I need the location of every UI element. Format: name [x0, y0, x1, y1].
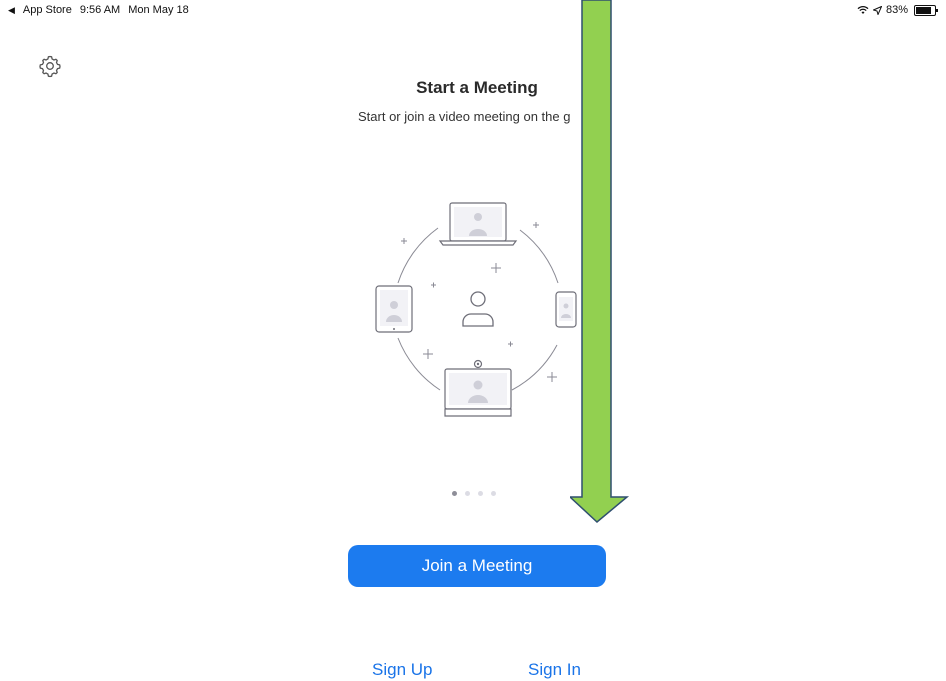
laptop-icon [438, 202, 518, 246]
wifi-icon [857, 5, 869, 14]
join-meeting-button[interactable]: Join a Meeting [348, 545, 606, 587]
gear-icon[interactable] [38, 54, 62, 78]
carousel-page-indicator[interactable] [452, 491, 496, 496]
status-bar-right: 83% [857, 4, 938, 16]
down-arrow-annotation-icon [570, 0, 630, 523]
battery-fill [916, 6, 931, 14]
carousel-dot[interactable] [465, 491, 470, 496]
person-icon [462, 291, 494, 327]
room-system-icon [444, 359, 512, 417]
battery-percent: 83% [885, 4, 908, 16]
status-date: Mon May 18 [128, 4, 189, 16]
meeting-devices-illustration [375, 202, 577, 417]
battery-icon [914, 4, 938, 16]
sign-up-link[interactable]: Sign Up [372, 660, 432, 680]
tablet-icon [375, 285, 413, 333]
page-title: Start a Meeting [416, 78, 538, 97]
back-app-label[interactable]: App Store [23, 4, 72, 16]
carousel-dot[interactable] [491, 491, 496, 496]
status-time: 9:56 AM [79, 4, 121, 16]
carousel-dot[interactable] [452, 491, 457, 496]
sign-in-link[interactable]: Sign In [528, 660, 581, 680]
status-bar-left: ◀ App Store 9:56 AM Mon May 18 [8, 4, 189, 16]
page-subtitle: Start or join a video meeting on the g [358, 109, 571, 124]
carousel-dot[interactable] [478, 491, 483, 496]
location-icon [872, 5, 882, 15]
back-triangle-icon[interactable]: ◀ [8, 5, 15, 16]
